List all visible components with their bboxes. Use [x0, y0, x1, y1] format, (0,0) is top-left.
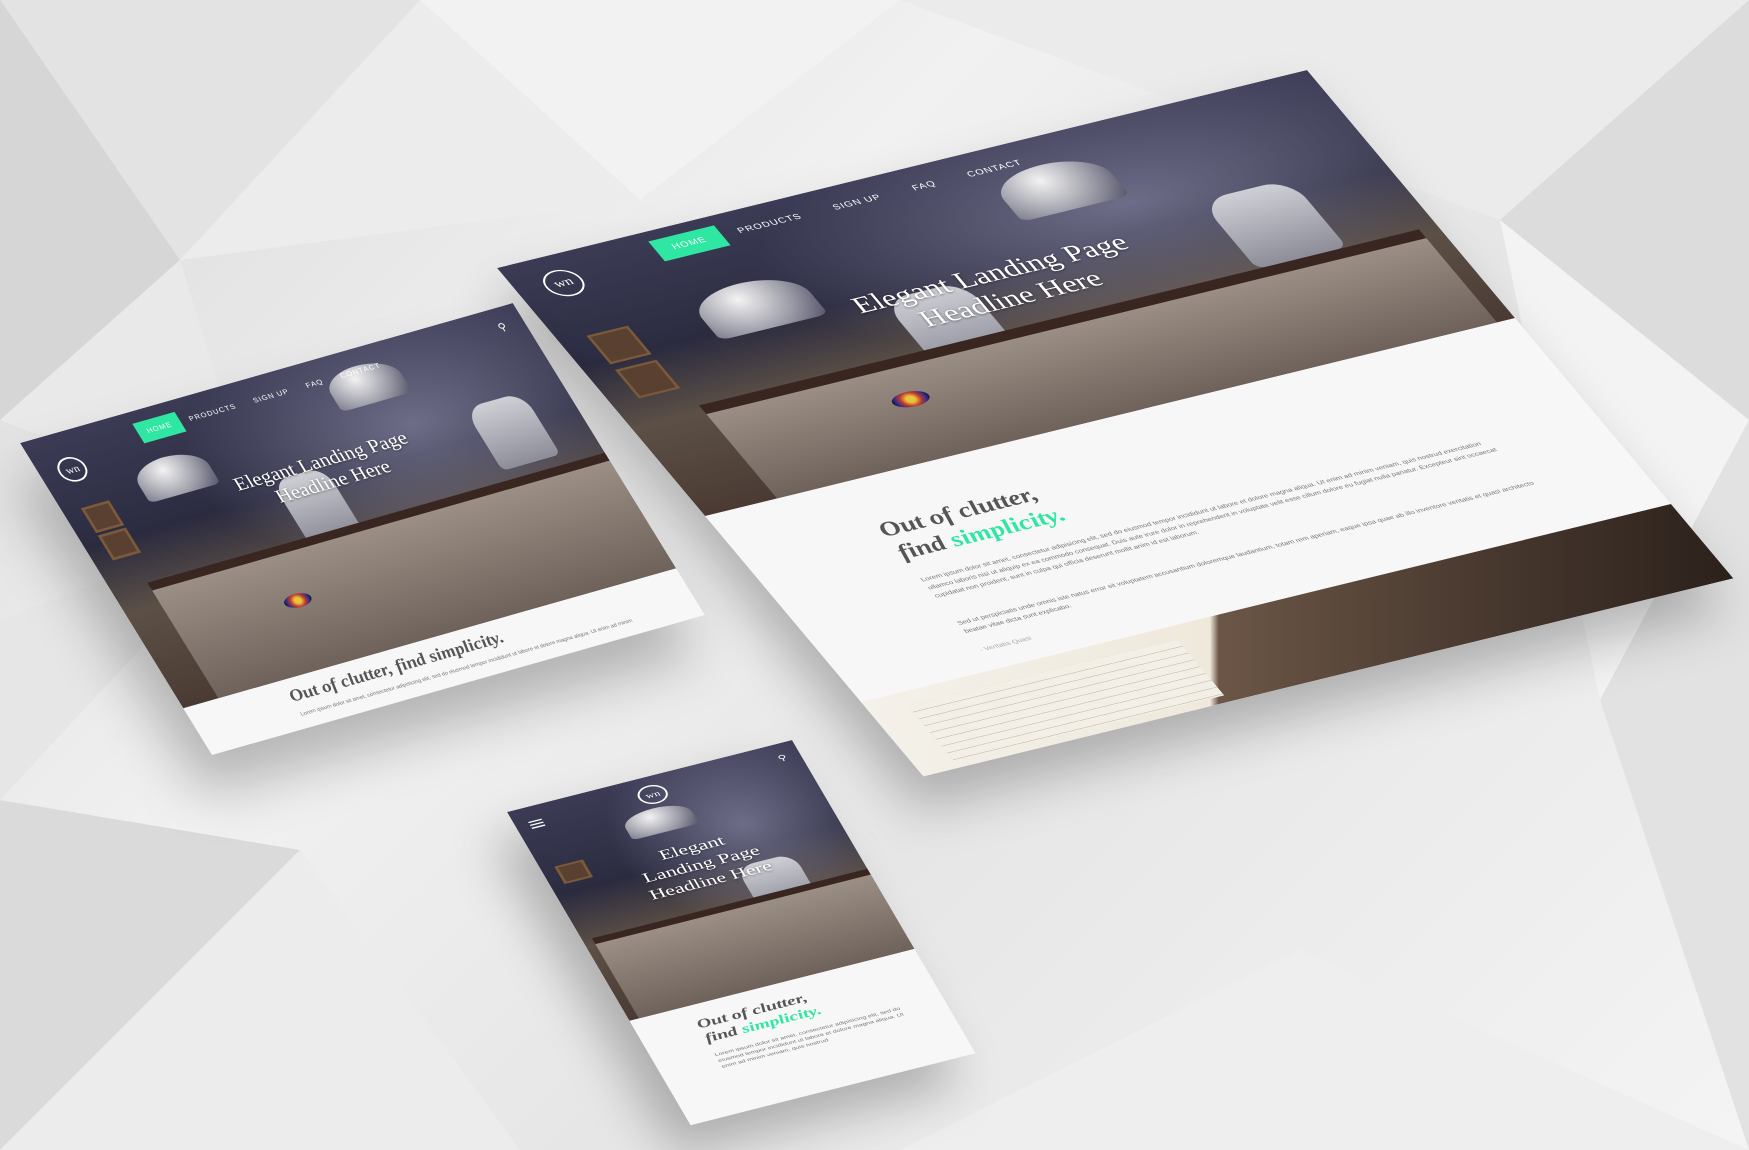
nav-products[interactable]: PRODUCTS: [175, 394, 251, 432]
wall-frame: [615, 359, 681, 399]
search-icon[interactable]: ⚲: [495, 320, 509, 333]
search-icon[interactable]: ⚲: [776, 753, 789, 763]
pendant-lamp: [619, 800, 700, 841]
site-logo[interactable]: wn: [633, 782, 673, 807]
quote-signature: - Veritatis Quasi: [977, 634, 1034, 653]
hamburger-menu-icon[interactable]: [527, 817, 546, 831]
wall-frame: [586, 325, 652, 365]
nav-signup[interactable]: SIGN UP: [809, 183, 905, 222]
site-logo[interactable]: wn: [535, 266, 593, 300]
site-logo[interactable]: wn: [52, 453, 93, 485]
armchair: [464, 392, 561, 471]
wall-frame: [80, 500, 125, 534]
wall-frame: [97, 527, 142, 561]
